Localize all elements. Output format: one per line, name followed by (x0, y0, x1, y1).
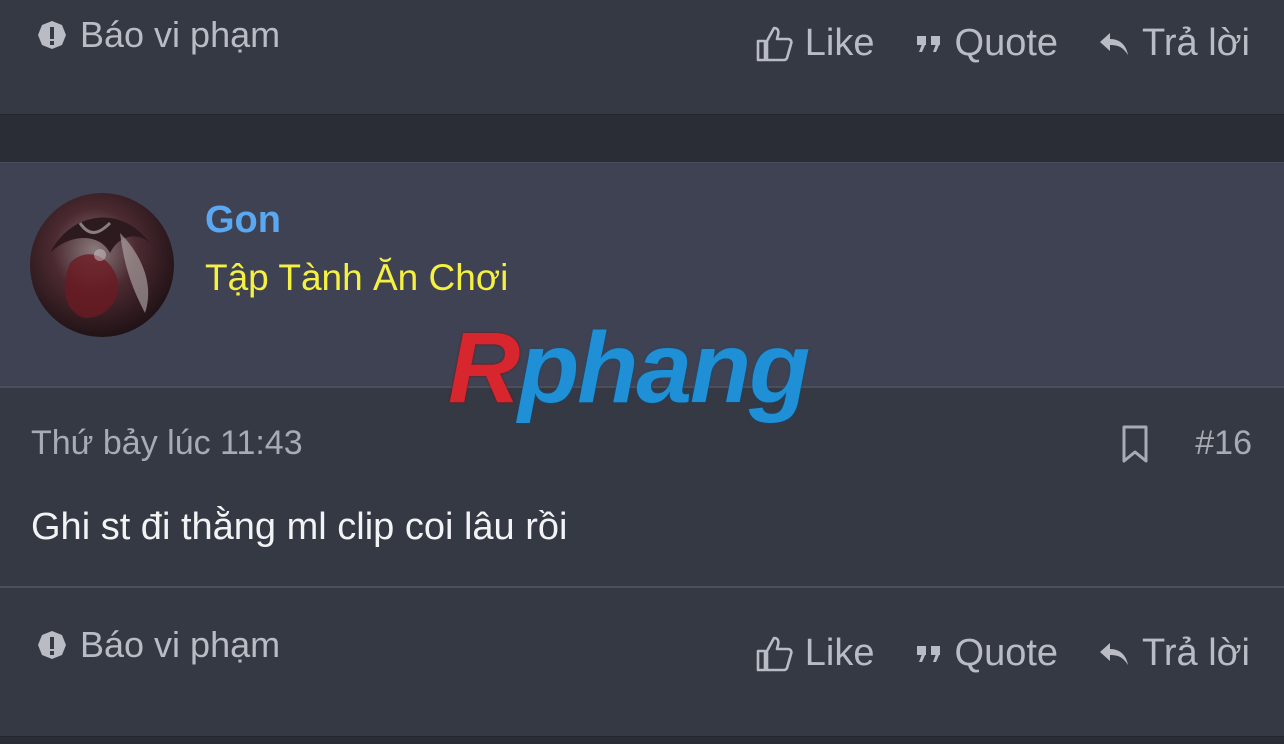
report-link[interactable]: Báo vi phạm (36, 624, 280, 666)
post-footer: Báo vi phạm Like Quote Trả lời (0, 586, 1284, 737)
avatar[interactable] (30, 193, 174, 337)
post-content: Ghi st đi thằng ml clip coi lâu rồi (31, 506, 568, 548)
username[interactable]: Gon (205, 199, 281, 242)
reply-button[interactable]: Trả lời (1098, 632, 1250, 675)
bookmark-icon[interactable] (1120, 424, 1150, 464)
post-actions: Like Quote Trả lời (715, 22, 1250, 65)
quote-label: Quote (954, 22, 1059, 64)
quote-label: Quote (954, 632, 1059, 674)
report-link[interactable]: Báo vi phạm (36, 14, 280, 56)
like-button[interactable]: Like (755, 632, 875, 675)
quote-icon (916, 645, 940, 662)
thumbs-up-icon (756, 636, 793, 671)
report-label: Báo vi phạm (80, 14, 281, 55)
like-label: Like (804, 22, 875, 64)
post-number[interactable]: #16 (1195, 424, 1252, 463)
forum-thread-page: Báo vi phạm Like Quote Trả lời Gon Tập T… (0, 0, 1284, 744)
quote-button[interactable]: Quote (915, 632, 1059, 675)
reply-button[interactable]: Trả lời (1098, 22, 1250, 65)
thumbs-up-icon (756, 26, 793, 61)
alert-icon (38, 631, 66, 659)
quote-icon (916, 35, 940, 52)
post-date[interactable]: Thứ bảy lúc 11:43 (31, 424, 303, 463)
post-header: Gon Tập Tành Ăn Chơi (0, 162, 1284, 387)
like-button[interactable]: Like (755, 22, 875, 65)
post-body: Thứ bảy lúc 11:43 #16 Ghi st đi thằng ml… (0, 386, 1284, 588)
post-actions: Like Quote Trả lời (715, 632, 1250, 675)
reply-icon (1100, 642, 1129, 665)
reply-label: Trả lời (1142, 22, 1250, 64)
report-label: Báo vi phạm (80, 624, 281, 665)
like-label: Like (804, 632, 875, 674)
reply-label: Trả lời (1142, 632, 1250, 674)
user-title: Tập Tành Ăn Chơi (205, 257, 509, 298)
reply-icon (1100, 32, 1129, 55)
previous-post-footer: Báo vi phạm Like Quote Trả lời (0, 0, 1284, 115)
quote-button[interactable]: Quote (915, 22, 1059, 65)
avatar-image (30, 193, 174, 337)
alert-icon (38, 21, 66, 49)
